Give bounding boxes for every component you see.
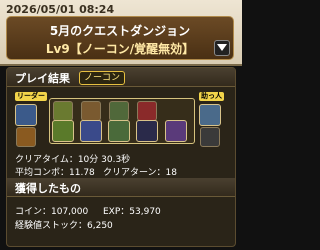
avg-combo: 平均コンボ：11.78: [15, 168, 95, 178]
result-title: プレイ結果: [15, 72, 70, 85]
helper-monster-icon[interactable]: [199, 104, 221, 126]
result-section-header: プレイ結果 ノーコン: [7, 68, 235, 87]
coin-reward: コイン：107,000: [15, 207, 89, 217]
dungeon-title-box: 5月のクエストダンジョン Lv9【ノーコン/覚醒無効】: [6, 16, 234, 60]
result-panel: プレイ結果 ノーコン リーダー 助っ人 クリアタイム：10分 30.3秒 平均コ…: [6, 67, 236, 247]
triangle-down-icon: [217, 44, 227, 51]
rewards-section-header: 獲得したもの: [7, 178, 235, 197]
sub-monster-icon[interactable]: [108, 120, 130, 142]
helper-assist-icon[interactable]: [200, 127, 220, 147]
dungeon-title: 5月のクエストダンジョン: [49, 24, 191, 38]
assist-icon[interactable]: [109, 101, 129, 121]
rewards-title: 獲得したもの: [15, 182, 81, 195]
clear-turn: クリアターン：18: [103, 168, 178, 178]
noncon-badge: ノーコン: [79, 71, 126, 85]
leader-tag: リーダー: [15, 92, 47, 101]
datetime: 2026/05/01 08:24: [6, 3, 115, 16]
leader-monster-icon[interactable]: [15, 104, 37, 126]
sub-monster-icon[interactable]: [136, 120, 158, 142]
sub-monster-icon[interactable]: [80, 120, 102, 142]
assist-icon[interactable]: [81, 101, 101, 121]
dropdown-button[interactable]: [214, 40, 230, 56]
dungeon-subtitle: Lv9【ノーコン/覚醒無効】: [45, 42, 195, 56]
exp-reward: EXP：53,970: [103, 207, 161, 217]
assist-icon[interactable]: [53, 101, 73, 121]
header: 2026/05/01 08:24 5月のクエストダンジョン Lv9【ノーコン/覚…: [0, 0, 242, 66]
sub-monster-icon[interactable]: [52, 120, 74, 142]
clear-time: クリアタイム：10分 30.3秒: [15, 155, 131, 165]
assist-icon[interactable]: [137, 101, 157, 121]
team-display: リーダー 助っ人: [13, 92, 229, 147]
helper-tag: 助っ人: [199, 92, 224, 101]
leader-assist-icon[interactable]: [16, 127, 36, 147]
exp-stock: 経験値ストック：6,250: [15, 221, 113, 231]
sub-monster-icon[interactable]: [165, 120, 187, 142]
